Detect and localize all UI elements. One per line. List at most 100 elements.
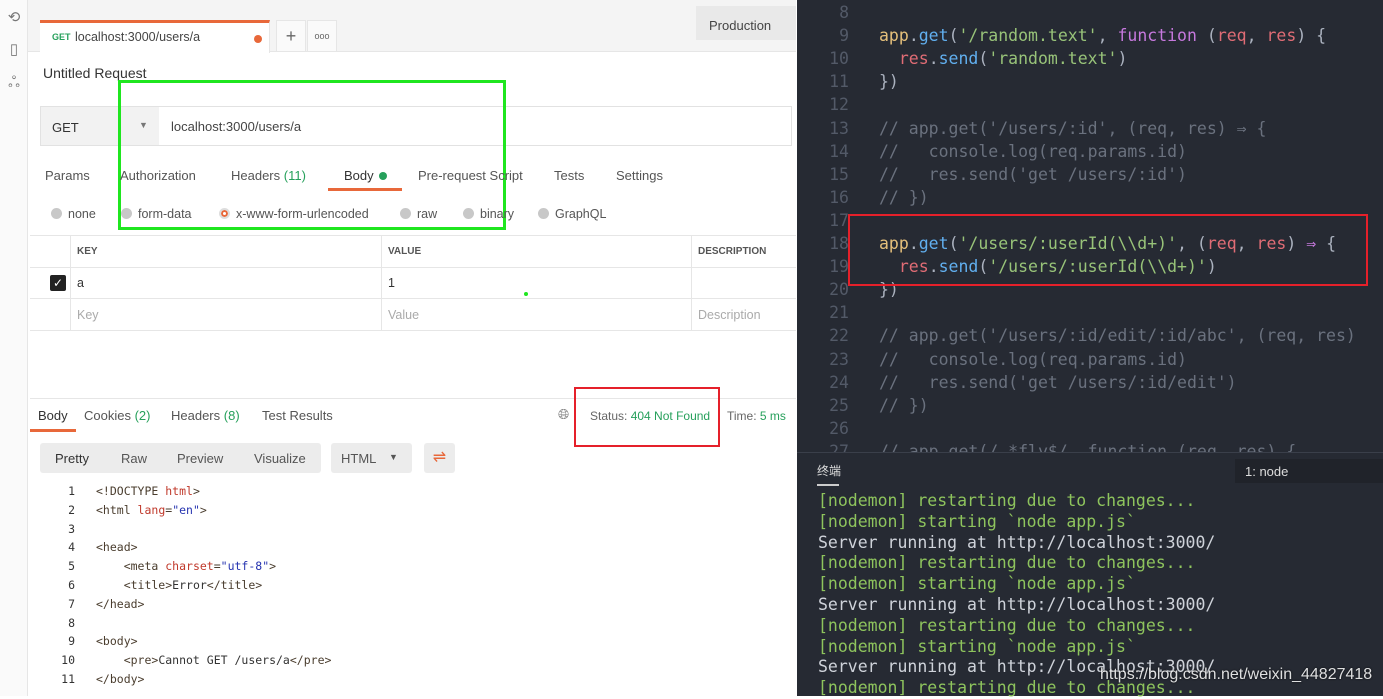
- description-placeholder[interactable]: Description: [691, 299, 796, 330]
- terminal-line: [nodemon] restarting due to changes...: [818, 491, 1196, 510]
- radio-graphql[interactable]: GraphQL: [538, 207, 606, 221]
- view-tab-raw[interactable]: Raw: [121, 451, 147, 466]
- code-token: <head>: [96, 540, 138, 555]
- format-select[interactable]: HTML ▼: [331, 443, 412, 473]
- line-number: 25: [829, 395, 849, 415]
- code-token: </head>: [96, 596, 145, 611]
- code-token: </pre>: [289, 653, 332, 668]
- chevron-down-icon: ▼: [389, 452, 398, 462]
- line-number: 2: [68, 502, 75, 517]
- response-tab-body[interactable]: Body: [38, 408, 68, 423]
- code-token: <!DOCTYPE: [96, 484, 166, 498]
- col-value: VALUE: [381, 236, 691, 267]
- radio-icon: [219, 208, 230, 219]
- line-number: 13: [829, 118, 849, 138]
- history-icon[interactable]: ⟲: [5, 8, 23, 26]
- tab-count: (11): [283, 168, 306, 183]
- radio-icon: [400, 208, 411, 219]
- method-value: GET: [52, 120, 79, 135]
- request-title[interactable]: Untitled Request: [43, 65, 147, 81]
- terminal-line: [nodemon] restarting due to changes...: [818, 615, 1196, 635]
- terminal-line: [nodemon] starting `node app.js`: [818, 574, 1136, 594]
- code-line: 8: [40, 616, 331, 635]
- key-cell[interactable]: a: [70, 267, 381, 298]
- globe-icon[interactable]: 🌐︎: [558, 406, 569, 423]
- tab-label: Tests: [554, 168, 585, 183]
- code-line: 7 </head>: [40, 597, 331, 616]
- terminal-selector[interactable]: 1: node: [1235, 459, 1383, 483]
- line-number: 7: [68, 596, 75, 611]
- editor-line: 24 // res.send('get /users/:id/edit'): [797, 373, 1383, 396]
- tab-authorization[interactable]: Authorization: [120, 168, 196, 183]
- editor-line: 15 // res.send('get /users/:id'): [797, 165, 1383, 188]
- view-tab-pretty[interactable]: Pretty: [55, 451, 89, 466]
- body-active-dot-icon: [378, 172, 387, 180]
- apis-icon[interactable]: ஃ: [5, 74, 23, 92]
- code-line: 9 <body>: [40, 634, 331, 653]
- line-number: 16: [829, 187, 849, 207]
- radio-label: raw: [417, 207, 438, 221]
- more-tabs-button[interactable]: ooo: [307, 20, 337, 52]
- line-code: }): [879, 72, 899, 91]
- response-body: 1 <!DOCTYPE html> 2 <html lang="en"> 3 4 <head…: [40, 484, 331, 691]
- code-token: (: [1196, 26, 1217, 46]
- terminal-tab[interactable]: 终端: [817, 462, 841, 479]
- response-tab-test-results[interactable]: Test Results: [262, 408, 333, 423]
- tab-body[interactable]: Body: [344, 168, 387, 183]
- tab-settings[interactable]: Settings: [616, 168, 663, 183]
- code-token: <pre>: [96, 653, 159, 668]
- tab-headers[interactable]: Headers (11): [231, 168, 306, 183]
- response-tab-headers[interactable]: Headers (8): [171, 408, 240, 423]
- view-tab-preview[interactable]: Preview: [177, 451, 223, 466]
- row-checkbox[interactable]: ✓: [50, 275, 66, 291]
- line-number: 14: [829, 141, 849, 161]
- radio-icon: [538, 208, 549, 219]
- value-placeholder[interactable]: Value: [381, 299, 691, 330]
- line-number: 12: [829, 95, 849, 115]
- line-number: 4: [68, 540, 75, 555]
- tab-count: (8): [223, 408, 240, 423]
- params-table: KEY VALUE DESCRIPTION ✓ a 1 Key Value De…: [30, 235, 796, 331]
- editor-line: 11}): [797, 72, 1383, 95]
- code-line: 6 <title>Error</title>: [40, 578, 331, 597]
- radio-binary[interactable]: binary: [463, 207, 514, 221]
- key-placeholder[interactable]: Key: [70, 299, 381, 330]
- tab-pre-request-script[interactable]: Pre-request Script: [418, 168, 523, 183]
- watermark: https://blog.csdn.net/weixin_44827418: [1100, 666, 1373, 683]
- tab-params[interactable]: Params: [45, 168, 90, 183]
- view-mode-tabs: Pretty Raw Preview Visualize: [40, 443, 321, 473]
- radio-raw[interactable]: raw: [400, 207, 437, 221]
- new-tab-button[interactable]: +: [276, 20, 306, 52]
- code-token: </title>: [206, 577, 263, 592]
- radio-icon: [51, 208, 62, 219]
- code-token: res: [1266, 26, 1297, 46]
- code-token: // app.get('/users/:id/edit/:id/abc', (r…: [879, 326, 1356, 346]
- request-tab[interactable]: GET localhost:3000/users/a: [40, 20, 270, 53]
- code-token: // res.send('get /users/:id/edit'): [879, 372, 1237, 392]
- time-label: Time:: [727, 409, 757, 423]
- radio-x-www-form-urlencoded[interactable]: x-www-form-urlencoded: [219, 207, 369, 221]
- code-line: 1 <!DOCTYPE html>: [40, 484, 331, 503]
- line-number: 20: [829, 280, 849, 300]
- description-cell[interactable]: [691, 267, 796, 298]
- code-token: ) {: [1296, 26, 1327, 46]
- wrap-lines-icon[interactable]: ⇌: [424, 443, 455, 473]
- radio-none[interactable]: none: [51, 207, 96, 221]
- line-number: 24: [829, 372, 849, 392]
- radio-icon: [121, 208, 132, 219]
- line-number: 21: [829, 303, 849, 323]
- line-number: 26: [829, 418, 849, 438]
- radio-form-data[interactable]: form-data: [121, 207, 192, 221]
- collection-icon[interactable]: ▯: [5, 40, 23, 58]
- response-tab-cookies[interactable]: Cookies (2): [84, 408, 150, 423]
- view-tab-visualize[interactable]: Visualize: [254, 451, 306, 466]
- tab-bar: GET localhost:3000/users/a + ooo Product…: [28, 0, 796, 53]
- line-number: 8: [839, 3, 849, 22]
- tab-label: Authorization: [120, 168, 196, 183]
- tab-tests[interactable]: Tests: [554, 168, 584, 183]
- code-token: .: [908, 26, 919, 46]
- code-token: Cannot GET /users/a: [158, 653, 290, 668]
- value-cell[interactable]: 1: [381, 267, 691, 298]
- time-value: 5 ms: [759, 409, 786, 423]
- environment-selector[interactable]: Production: [696, 6, 796, 40]
